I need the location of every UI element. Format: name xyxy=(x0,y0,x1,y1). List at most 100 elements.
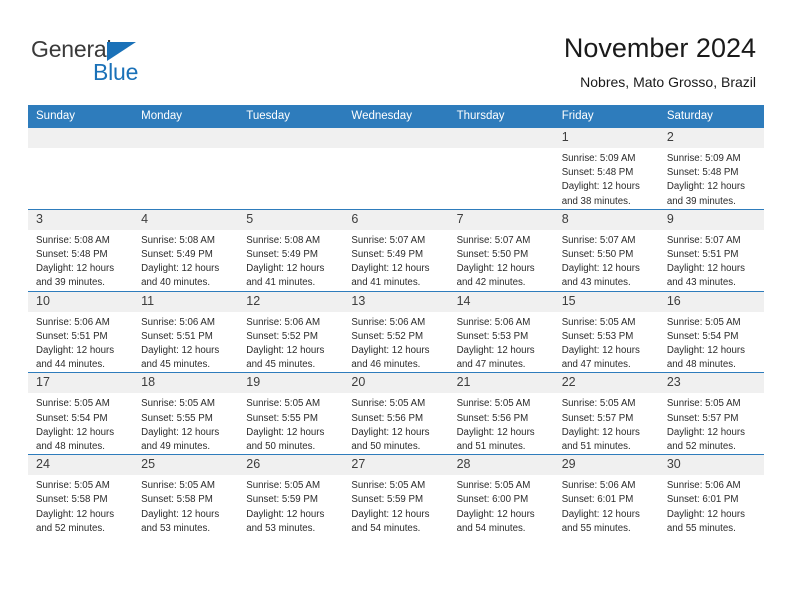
calendar-day-cell[interactable]: 6 Sunrise: 5:07 AM Sunset: 5:49 PM Daylight… xyxy=(343,208,449,292)
calendar-day-cell[interactable]: 23 Sunrise: 5:05 AM Sunset: 5:57 PM Dayligh… xyxy=(658,372,764,455)
calendar-day-cell[interactable]: 11 Sunrise: 5:06 AM Sunset: 5:51 PM Dayligh… xyxy=(133,290,239,373)
daylight-text: Daylight: 12 hours and 52 minutes. xyxy=(36,508,115,534)
day-details: Sunrise: 5:06 AM Sunset: 5:51 PM Daylight:… xyxy=(28,312,133,373)
sunset-text: Sunset: 5:51 PM xyxy=(36,330,108,342)
sunset-text: Sunset: 5:59 PM xyxy=(246,494,318,506)
sunset-text: Sunset: 5:51 PM xyxy=(141,330,213,342)
sunrise-text: Sunrise: 5:05 AM xyxy=(456,480,531,492)
sunrise-text: Sunrise: 5:05 AM xyxy=(666,398,741,410)
sunset-text: Sunset: 5:57 PM xyxy=(666,412,739,424)
sunset-text: Sunset: 5:56 PM xyxy=(351,412,424,424)
calendar-day-cell[interactable]: 8 Sunrise: 5:07 AM Sunset: 5:50 PM Daylight… xyxy=(553,208,659,292)
day-details: Sunrise: 5:05 AM Sunset: 5:57 PM Daylight:… xyxy=(554,393,659,454)
calendar-day-cell[interactable]: 14 Sunrise: 5:06 AM Sunset: 5:53 PM Dayligh… xyxy=(448,290,554,373)
day-number: 17 xyxy=(28,373,134,394)
calendar-day-cell[interactable]: 26 Sunrise: 5:05 AM Sunset: 5:59 PM Dayligh… xyxy=(238,454,344,537)
day-details: Sunrise: 5:08 AM Sunset: 5:49 PM Daylight:… xyxy=(133,230,238,291)
weekday-header-thursday: Thursday xyxy=(448,105,554,128)
calendar-day-cell[interactable]: 1 Sunrise: 5:09 AM Sunset: 5:48 PM Daylight… xyxy=(553,127,659,210)
calendar-day-cell[interactable]: 29 Sunrise: 5:06 AM Sunset: 6:01 PM Dayligh… xyxy=(553,454,659,537)
calendar-day-cell[interactable]: 22 Sunrise: 5:05 AM Sunset: 5:57 PM Dayligh… xyxy=(553,372,659,455)
day-details: Sunrise: 5:05 AM Sunset: 5:56 PM Daylight:… xyxy=(449,393,554,454)
day-number: 11 xyxy=(133,291,239,312)
sunset-text: Sunset: 5:55 PM xyxy=(246,412,318,424)
calendar-day-cell[interactable]: 28 Sunrise: 5:05 AM Sunset: 6:00 PM Dayligh… xyxy=(448,454,554,537)
calendar-day-cell[interactable]: 18 Sunrise: 5:05 AM Sunset: 5:55 PM Dayligh… xyxy=(133,372,239,455)
calendar-week-row: 17 Sunrise: 5:05 AM Sunset: 5:54 PM Dayligh… xyxy=(28,372,764,455)
day-number: 16 xyxy=(658,291,764,312)
day-details: Sunrise: 5:06 AM Sunset: 5:52 PM Daylight:… xyxy=(343,312,448,373)
sunset-text: Sunset: 6:00 PM xyxy=(456,494,529,506)
calendar-day-cell[interactable]: 3 Sunrise: 5:08 AM Sunset: 5:48 PM Daylight… xyxy=(28,208,134,292)
day-details: Sunrise: 5:05 AM Sunset: 5:57 PM Daylight:… xyxy=(659,393,764,454)
calendar-day-cell[interactable]: 7 Sunrise: 5:07 AM Sunset: 5:50 PM Daylight… xyxy=(448,208,554,292)
calendar-day-cell[interactable]: 9 Sunrise: 5:07 AM Sunset: 5:51 PM Daylight… xyxy=(658,208,764,292)
day-details: Sunrise: 5:06 AM Sunset: 5:52 PM Daylight:… xyxy=(238,312,343,373)
day-details: Sunrise: 5:07 AM Sunset: 5:51 PM Daylight:… xyxy=(659,230,764,291)
sunset-text: Sunset: 5:50 PM xyxy=(561,249,634,261)
sunrise-text: Sunrise: 5:09 AM xyxy=(666,153,741,164)
day-details: Sunrise: 5:05 AM Sunset: 5:55 PM Daylight:… xyxy=(238,393,343,454)
sunset-text: Sunset: 5:48 PM xyxy=(36,249,108,261)
weekday-header-wednesday: Wednesday xyxy=(343,105,449,128)
calendar-day-cell[interactable]: 2 Sunrise: 5:09 AM Sunset: 5:48 PM Daylight… xyxy=(658,127,764,210)
sunrise-text: Sunrise: 5:05 AM xyxy=(141,480,215,492)
sunset-text: Sunset: 5:54 PM xyxy=(666,330,739,342)
calendar-day-cell[interactable]: 12 Sunrise: 5:06 AM Sunset: 5:52 PM Dayligh… xyxy=(238,290,344,373)
sunrise-text: Sunrise: 5:08 AM xyxy=(36,234,110,246)
general-blue-logo[interactable]: General Blue xyxy=(31,36,231,88)
daylight-text: Daylight: 12 hours and 47 minutes. xyxy=(561,345,640,371)
calendar-day-cell[interactable]: 5 Sunrise: 5:08 AM Sunset: 5:49 PM Daylight… xyxy=(238,208,344,292)
day-details: Sunrise: 5:06 AM Sunset: 5:53 PM Daylight:… xyxy=(449,312,554,373)
sunset-text: Sunset: 5:54 PM xyxy=(36,412,108,424)
calendar-day-cell[interactable]: 20 Sunrise: 5:05 AM Sunset: 5:56 PM Dayligh… xyxy=(343,372,449,455)
day-details: Sunrise: 5:07 AM Sunset: 5:49 PM Daylight:… xyxy=(343,230,448,291)
calendar-day-cell[interactable]: 19 Sunrise: 5:05 AM Sunset: 5:55 PM Dayligh… xyxy=(238,372,344,455)
day-number: 10 xyxy=(28,291,134,312)
day-number xyxy=(28,128,134,148)
sunrise-text: Sunrise: 5:05 AM xyxy=(246,398,321,410)
sunrise-text: Sunrise: 5:08 AM xyxy=(141,234,215,246)
sunrise-text: Sunrise: 5:06 AM xyxy=(246,316,321,328)
sunrise-text: Sunrise: 5:05 AM xyxy=(141,398,215,410)
sunrise-text: Sunrise: 5:05 AM xyxy=(561,398,636,410)
calendar-day-cell[interactable]: 4 Sunrise: 5:08 AM Sunset: 5:49 PM Daylight… xyxy=(133,208,239,292)
day-details: Sunrise: 5:05 AM Sunset: 5:58 PM Daylight:… xyxy=(133,475,238,536)
calendar-day-cell[interactable]: 27 Sunrise: 5:05 AM Sunset: 5:59 PM Dayligh… xyxy=(343,454,449,537)
day-details: Sunrise: 5:07 AM Sunset: 5:50 PM Daylight:… xyxy=(449,230,554,291)
calendar-week-row: 24 Sunrise: 5:05 AM Sunset: 5:58 PM Dayligh… xyxy=(28,454,764,537)
calendar-day-cell[interactable]: 25 Sunrise: 5:05 AM Sunset: 5:58 PM Dayligh… xyxy=(133,454,239,537)
calendar-day-cell[interactable]: 16 Sunrise: 5:05 AM Sunset: 5:54 PM Dayligh… xyxy=(658,290,764,373)
day-number: 27 xyxy=(343,455,449,476)
calendar-day-cell[interactable]: 13 Sunrise: 5:06 AM Sunset: 5:52 PM Dayligh… xyxy=(343,290,449,373)
daylight-text: Daylight: 12 hours and 45 minutes. xyxy=(141,345,220,371)
sunrise-text: Sunrise: 5:07 AM xyxy=(561,234,636,246)
daylight-text: Daylight: 12 hours and 54 minutes. xyxy=(456,508,535,534)
day-number: 6 xyxy=(343,209,449,230)
sunset-text: Sunset: 5:59 PM xyxy=(351,494,424,506)
sunrise-text: Sunrise: 5:05 AM xyxy=(351,480,426,492)
daylight-text: Daylight: 12 hours and 47 minutes. xyxy=(456,345,535,371)
calendar-page: General Blue November 2024 Nobres, Mato … xyxy=(0,0,792,612)
calendar-day-cell[interactable]: 30 Sunrise: 5:06 AM Sunset: 6:01 PM Dayligh… xyxy=(658,454,764,537)
day-number xyxy=(133,128,239,148)
day-number: 30 xyxy=(658,455,764,476)
sunrise-text: Sunrise: 5:07 AM xyxy=(666,234,741,246)
sunrise-text: Sunrise: 5:09 AM xyxy=(561,153,636,164)
sunrise-text: Sunrise: 5:06 AM xyxy=(456,316,531,328)
calendar-day-cell[interactable]: 17 Sunrise: 5:05 AM Sunset: 5:54 PM Dayligh… xyxy=(28,372,134,455)
sunrise-text: Sunrise: 5:05 AM xyxy=(561,316,636,328)
calendar-day-cell[interactable]: 24 Sunrise: 5:05 AM Sunset: 5:58 PM Dayligh… xyxy=(28,454,134,537)
day-number: 13 xyxy=(343,291,449,312)
day-number xyxy=(448,128,554,148)
day-details: Sunrise: 5:05 AM Sunset: 5:53 PM Daylight:… xyxy=(554,312,659,373)
day-number: 22 xyxy=(553,373,659,394)
calendar-day-cell[interactable]: 21 Sunrise: 5:05 AM Sunset: 5:56 PM Dayligh… xyxy=(448,372,554,455)
sunset-text: Sunset: 5:56 PM xyxy=(456,412,529,424)
calendar-body: 1 Sunrise: 5:09 AM Sunset: 5:48 PM Daylight… xyxy=(28,127,764,537)
day-details: Sunrise: 5:05 AM Sunset: 5:54 PM Daylight:… xyxy=(28,393,133,454)
sunset-text: Sunset: 5:48 PM xyxy=(666,167,739,179)
calendar-day-cell[interactable]: 15 Sunrise: 5:05 AM Sunset: 5:53 PM Dayligh… xyxy=(553,290,659,373)
calendar-day-cell[interactable]: 10 Sunrise: 5:06 AM Sunset: 5:51 PM Dayligh… xyxy=(28,290,134,373)
calendar-week-row: 3 Sunrise: 5:08 AM Sunset: 5:48 PM Daylight… xyxy=(28,208,764,292)
